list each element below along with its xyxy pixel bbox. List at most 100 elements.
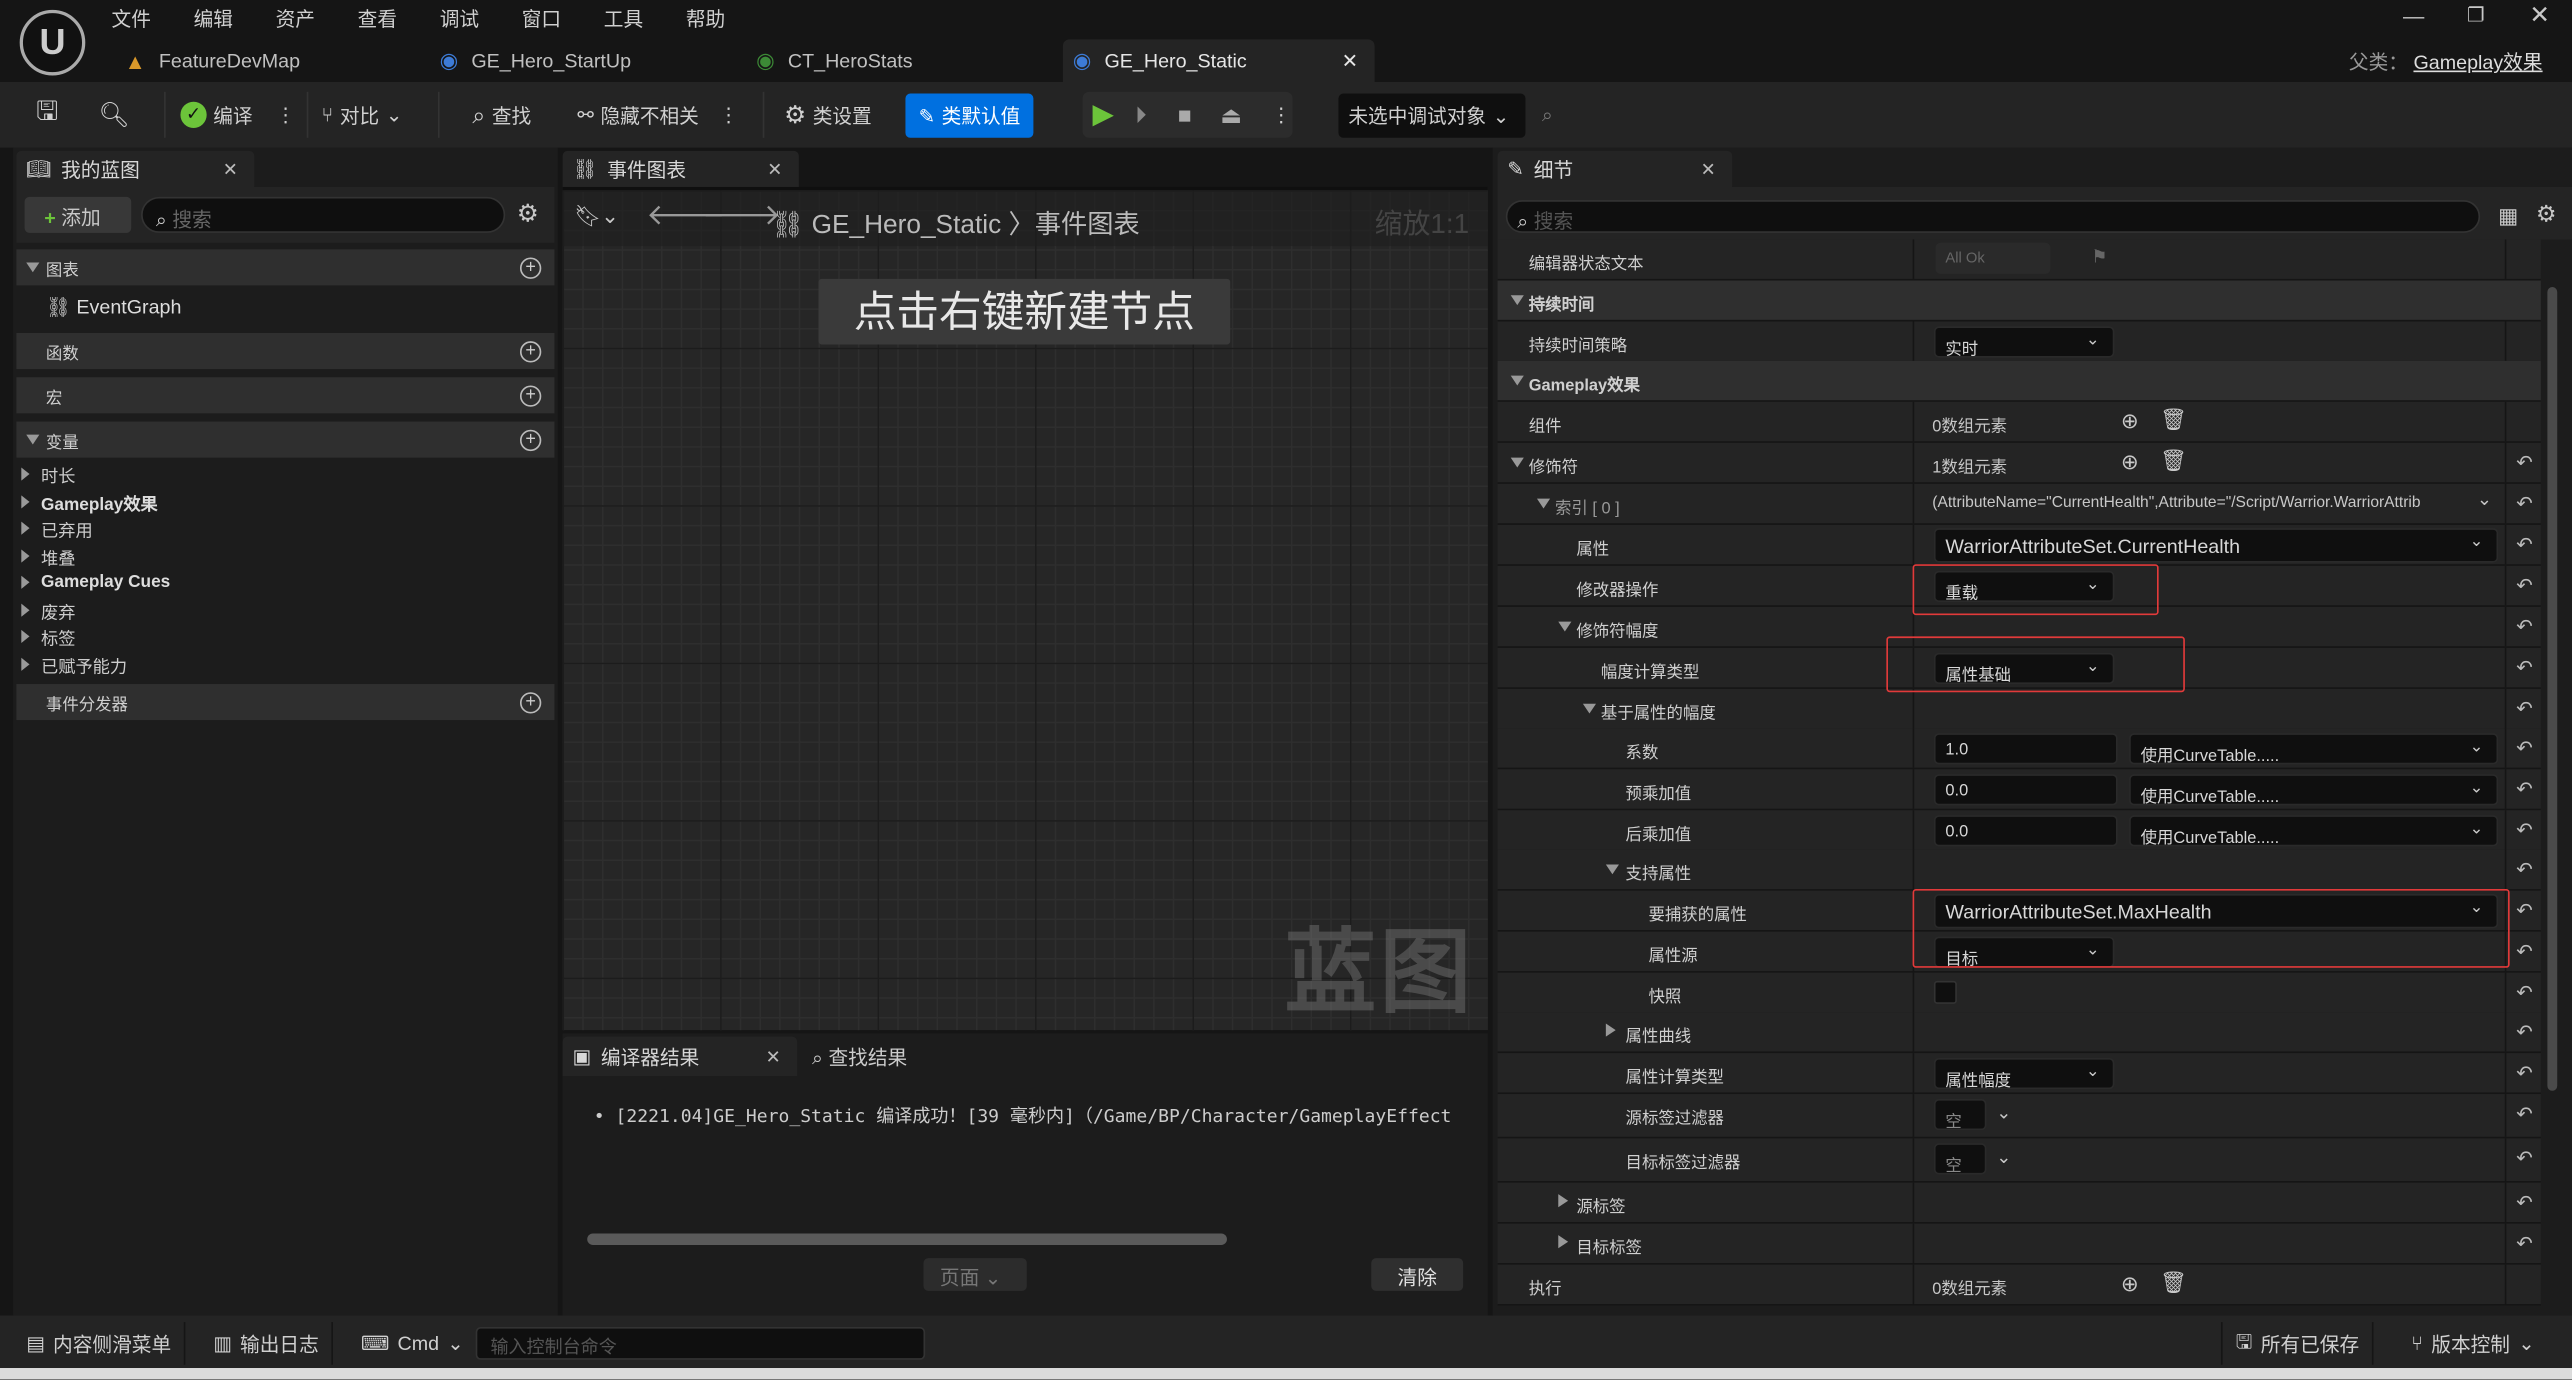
reset-to-default-icon[interactable]: ↶	[2516, 940, 2533, 963]
flag-icon[interactable]: ⚑	[2091, 246, 2107, 268]
expand-arrow-icon[interactable]	[1605, 1023, 1616, 1037]
section-functions[interactable]: 函数 +	[16, 332, 555, 370]
reset-to-default-icon[interactable]: ↶	[2516, 736, 2533, 759]
menu-item[interactable]: 查看	[358, 5, 397, 33]
find-button[interactable]: ⌕ 查找	[472, 92, 531, 138]
section-graphs[interactable]: 图表 +	[16, 249, 555, 286]
variable-category[interactable]: 已弃用	[21, 518, 93, 543]
browse-button[interactable]: 🔍︎	[98, 92, 129, 138]
chevron-down-icon[interactable]: ⌄	[2477, 489, 2492, 510]
class-settings-button[interactable]: ⚙ 类设置	[784, 92, 872, 138]
property-row[interactable]: 修饰符 1数组元素 ⊕ 🗑︎ ↶	[1497, 442, 2541, 484]
menu-item[interactable]: 帮助	[686, 5, 725, 33]
property-row[interactable]: 目标标签过滤器 空 ⌄ ↶	[1497, 1138, 2541, 1183]
add-macro-icon[interactable]: +	[519, 384, 542, 406]
expand-arrow-icon[interactable]	[1558, 1194, 1569, 1208]
curve-table-dropdown[interactable]: 使用CurveTable..... ⌄	[2129, 774, 2499, 807]
forward-arrow-icon[interactable]: 🡒	[702, 198, 781, 232]
debug-target-dropdown[interactable]: 未选中调试对象 ⌄	[1338, 93, 1526, 138]
close-icon[interactable]: ✕	[1701, 158, 1716, 180]
menu-item[interactable]: 工具	[604, 5, 643, 33]
property-row[interactable]: 目标标签 ↶	[1497, 1223, 2541, 1265]
clear-button[interactable]: 清除	[1371, 1258, 1464, 1291]
horizontal-scrollbar[interactable]	[587, 1233, 1227, 1245]
reset-to-default-icon[interactable]: ↶	[2516, 1191, 2533, 1214]
variable-category[interactable]: Gameplay Cues	[21, 572, 170, 592]
stop-button[interactable]: ■	[1178, 92, 1192, 138]
reset-to-default-icon[interactable]: ↶	[2516, 1147, 2533, 1170]
variable-category[interactable]: 堆叠	[21, 545, 75, 570]
close-icon[interactable]: ✕	[766, 1046, 781, 1067]
collapse-arrow-icon[interactable]	[1582, 703, 1597, 714]
eject-button[interactable]: ⏏	[1220, 92, 1242, 138]
tab-find-results[interactable]: ⌕ 查找结果	[812, 1043, 907, 1071]
menu-item[interactable]: 编辑	[194, 5, 233, 33]
add-graph-icon[interactable]: +	[519, 256, 542, 279]
property-row[interactable]: 源标签过滤器 空 ⌄ ↶	[1497, 1094, 2541, 1139]
reset-to-default-icon[interactable]: ↶	[2516, 981, 2533, 1004]
property-row[interactable]: 系数 1.0 使用CurveTable..... ⌄ ↶	[1497, 728, 2541, 769]
content-drawer-button[interactable]: ▤ 内容侧滑菜单	[13, 1322, 186, 1365]
reset-to-default-icon[interactable]: ↶	[2516, 1020, 2533, 1043]
variable-category[interactable]: 时长	[21, 464, 75, 489]
collapse-arrow-icon[interactable]	[1510, 295, 1524, 306]
reset-to-default-icon[interactable]: ↶	[2516, 778, 2533, 801]
variable-category[interactable]: 标签	[21, 627, 75, 652]
property-row[interactable]: 后乘加值 0.0 使用CurveTable..... ⌄ ↶	[1497, 810, 2541, 851]
page-dropdown[interactable]: 页面 ⌄	[923, 1258, 1027, 1291]
value-input[interactable]: 0.0	[1933, 774, 2118, 806]
all-saved-button[interactable]: 🖫 所有已保存	[2220, 1322, 2374, 1365]
reset-to-default-icon[interactable]: ↶	[2516, 819, 2533, 842]
property-row[interactable]: 组件 0数组元素 ⊕ 🗑︎	[1497, 401, 2541, 443]
status-text-field[interactable]: All Ok	[1935, 242, 2051, 274]
reset-to-default-icon[interactable]: ↶	[2516, 615, 2533, 638]
class-defaults-button[interactable]: ✎ 类默认值	[905, 93, 1034, 138]
parent-class-link[interactable]: Gameplay效果	[2413, 51, 2542, 74]
tab-asset[interactable]: ◉ GE_Hero_Static ✕	[1062, 39, 1375, 83]
gear-icon[interactable]: ⚙	[2536, 200, 2557, 228]
source-control-button[interactable]: ⑂ 版本控制 ⌄	[2398, 1322, 2548, 1365]
curve-table-dropdown[interactable]: 使用CurveTable..... ⌄	[2129, 733, 2499, 766]
tab-event-graph[interactable]: ⛓ 事件图表 ✕	[562, 150, 799, 187]
property-row[interactable]: 属性曲线 ↶	[1497, 1012, 2541, 1053]
reset-to-default-icon[interactable]: ↶	[2516, 451, 2533, 474]
breadcrumb-asset[interactable]: GE_Hero_Static	[812, 212, 1002, 240]
compile-button[interactable]: ✓ 编译 ⋮	[180, 92, 295, 138]
reset-to-default-icon[interactable]: ↶	[2516, 1232, 2533, 1255]
details-scrollbar[interactable]	[2547, 287, 2558, 1091]
add-button[interactable]: + 添加	[24, 196, 132, 233]
save-button[interactable]: 🖫	[36, 92, 58, 138]
add-element-icon[interactable]: ⊕	[2121, 1271, 2139, 1297]
unreal-logo[interactable]: U	[19, 9, 86, 76]
tab-compiler-results[interactable]: ▣ 编译器结果 ✕	[562, 1036, 798, 1077]
breadcrumb-graph[interactable]: 事件图表	[1035, 212, 1140, 240]
value-input[interactable]: 0.0	[1933, 815, 2118, 847]
reset-to-default-icon[interactable]: ↶	[2516, 492, 2533, 515]
console-input[interactable]: 输入控制台命令	[475, 1327, 926, 1360]
property-row[interactable]: 属性计算类型 属性幅度 ⌄ ↶	[1497, 1053, 2541, 1094]
table-view-icon[interactable]: ▦	[2498, 203, 2518, 229]
add-element-icon[interactable]: ⊕	[2121, 449, 2139, 475]
trash-icon[interactable]: 🗑︎	[2160, 407, 2187, 433]
variable-category[interactable]: 已赋予能力	[21, 654, 127, 679]
property-row[interactable]: 编辑器状态文本 All Ok ⚑	[1497, 239, 2541, 281]
section-variables[interactable]: 变量 +	[16, 421, 555, 458]
more-icon[interactable]: ⋮	[1271, 92, 1291, 138]
blueprint-search-input[interactable]: ⌕ 搜索	[141, 196, 506, 233]
property-row[interactable]: 执行 0数组元素 ⊕ 🗑︎	[1497, 1264, 2541, 1306]
chevron-down-icon[interactable]: ⌄	[1996, 1102, 2011, 1124]
reset-to-default-icon[interactable]: ↶	[2516, 899, 2533, 922]
reset-to-default-icon[interactable]: ↶	[2516, 858, 2533, 881]
diff-button[interactable]: ⑂ 对比 ⌄	[321, 92, 402, 138]
restore-button[interactable]: ❐	[2467, 3, 2485, 26]
tag-filter-dropdown[interactable]: 空	[1933, 1143, 1987, 1176]
variable-category[interactable]: Gameplay效果	[21, 491, 158, 516]
details-search-input[interactable]: ⌕ 搜索	[1505, 200, 2481, 233]
collapse-arrow-icon[interactable]	[1536, 498, 1551, 509]
tag-filter-dropdown[interactable]: 空	[1933, 1099, 1987, 1132]
hide-unrelated-button[interactable]: ⚯ 隐藏不相关 ⋮	[577, 92, 738, 138]
section-macros[interactable]: 宏 +	[16, 377, 555, 414]
output-log-button[interactable]: ▥ 输出日志	[200, 1322, 334, 1365]
close-window-button[interactable]: ✕	[2529, 0, 2550, 30]
tab-asset[interactable]: ◉ CT_HeroStats	[746, 39, 1049, 82]
